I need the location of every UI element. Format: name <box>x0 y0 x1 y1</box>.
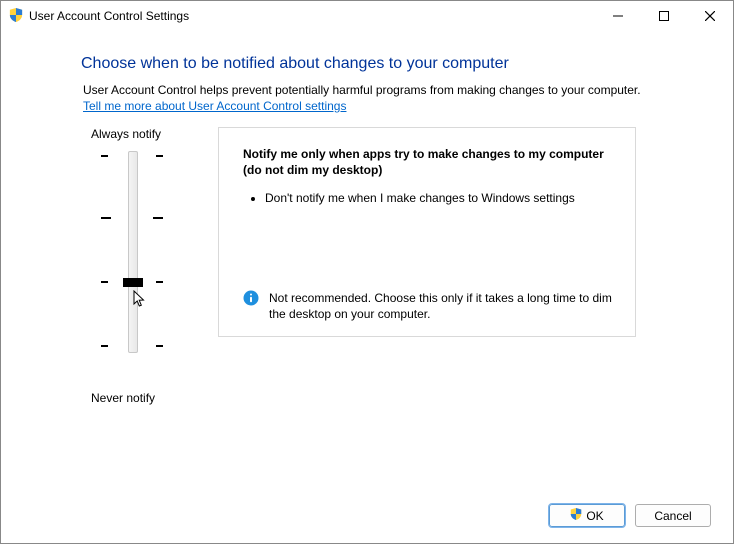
cancel-button-label: Cancel <box>654 509 691 523</box>
slider-tick-4 <box>101 345 163 347</box>
recommendation-text: Not recommended. Choose this only if it … <box>269 290 615 322</box>
page-heading: Choose when to be notified about changes… <box>81 55 673 73</box>
slider-tick-2 <box>101 217 163 219</box>
never-notify-label: Never notify <box>91 391 188 405</box>
uac-settings-window: User Account Control Settings Choose whe… <box>0 0 734 544</box>
maximize-button[interactable] <box>641 1 687 31</box>
ok-button[interactable]: OK <box>549 504 625 527</box>
info-icon <box>243 290 259 309</box>
slider-track <box>128 151 138 353</box>
close-button[interactable] <box>687 1 733 31</box>
shield-icon <box>9 8 23 25</box>
slider-column: Always notify Never notify <box>83 127 188 405</box>
learn-more-link[interactable]: Tell me more about User Account Control … <box>83 99 346 113</box>
notification-description-box: Notify me only when apps try to make cha… <box>218 127 636 337</box>
titlebar: User Account Control Settings <box>1 1 733 31</box>
notification-detail-item: Don't notify me when I make changes to W… <box>265 190 615 206</box>
shield-icon <box>570 508 582 523</box>
cancel-button[interactable]: Cancel <box>635 504 711 527</box>
slider-thumb[interactable] <box>123 278 143 287</box>
always-notify-label: Always notify <box>91 127 188 141</box>
notification-level-title: Notify me only when apps try to make cha… <box>243 146 615 178</box>
slider-tick-1 <box>101 155 163 157</box>
ok-button-label: OK <box>586 509 603 523</box>
dialog-button-bar: OK Cancel <box>549 504 711 527</box>
window-title: User Account Control Settings <box>29 9 189 23</box>
notification-level-slider[interactable] <box>101 151 188 371</box>
content-area: Choose when to be notified about changes… <box>1 31 733 405</box>
minimize-button[interactable] <box>595 1 641 31</box>
page-description: User Account Control helps prevent poten… <box>83 83 673 97</box>
